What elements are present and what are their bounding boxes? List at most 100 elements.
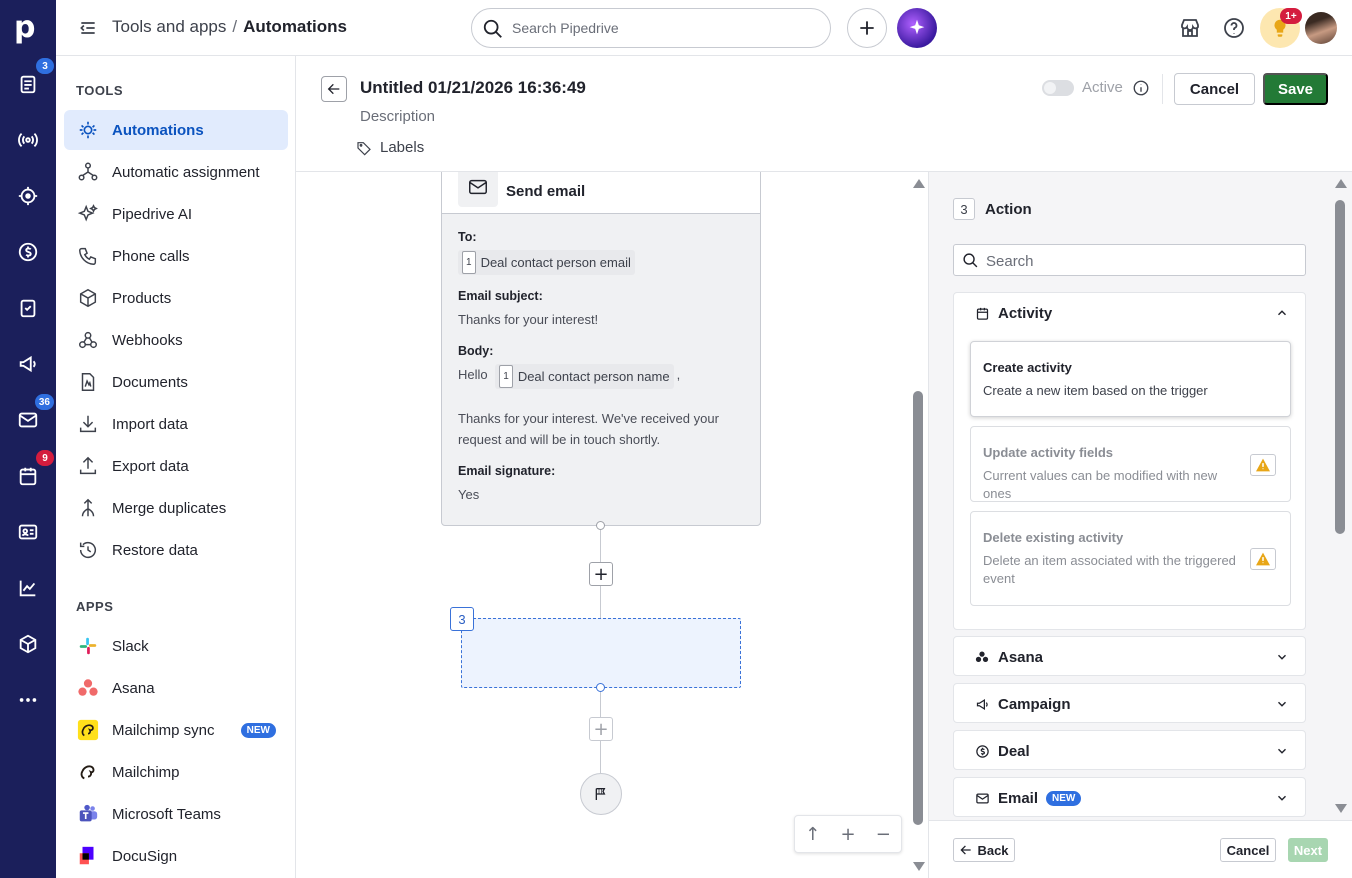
search-input[interactable] <box>512 18 812 38</box>
more-nav-icon[interactable] <box>12 684 44 716</box>
action-search-input[interactable] <box>986 251 1286 271</box>
campaigns-nav-icon[interactable] <box>12 348 44 380</box>
info-icon[interactable] <box>1132 79 1150 97</box>
user-avatar[interactable] <box>1305 12 1337 44</box>
scroll-up-arrow[interactable] <box>1335 179 1347 188</box>
body-greeting: Hello <box>458 367 488 382</box>
panel-back-button[interactable]: Back <box>953 838 1015 862</box>
global-search[interactable] <box>471 8 831 48</box>
export-icon <box>76 454 100 478</box>
sidebar-item-mailchimp-sync[interactable]: Mailchimp sync NEW <box>64 710 288 750</box>
connector-handle[interactable] <box>596 683 605 692</box>
panel-cancel-button[interactable]: Cancel <box>1220 838 1276 862</box>
marketplace-icon[interactable] <box>1178 16 1202 40</box>
chip-label: Deal contact person name <box>517 369 670 384</box>
money-nav-icon[interactable] <box>12 236 44 268</box>
collapse-menu-icon[interactable] <box>78 18 98 38</box>
next-button[interactable]: Next <box>1288 838 1328 862</box>
products-nav-icon[interactable] <box>12 628 44 660</box>
scrollbar-thumb[interactable] <box>1335 200 1345 534</box>
warning-icon[interactable] <box>1250 548 1276 570</box>
action-description: Create a new item based on the trigger <box>983 383 1208 398</box>
group-header-activity[interactable]: Activity <box>954 293 1305 333</box>
panel-header: 3 Action <box>953 198 1032 220</box>
breadcrumb-parent[interactable]: Tools and apps <box>112 17 226 36</box>
leads-nav-icon[interactable]: 3 <box>12 58 54 100</box>
scroll-down-arrow[interactable] <box>1335 804 1347 813</box>
connector-handle[interactable] <box>596 521 605 530</box>
teams-icon <box>76 802 100 826</box>
action-update-activity-fields[interactable]: Update activity fields Current values ca… <box>970 426 1291 502</box>
sidebar-item-slack[interactable]: Slack <box>64 626 288 666</box>
sidebar-item-mailchimp[interactable]: Mailchimp <box>64 752 288 792</box>
zoom-in-button[interactable]: + <box>840 824 855 845</box>
group-label: Asana <box>998 648 1044 666</box>
connector-line <box>600 692 601 717</box>
scrollbar-thumb[interactable] <box>913 391 923 825</box>
scroll-down-arrow[interactable] <box>913 862 925 871</box>
deals-nav-icon[interactable] <box>12 124 44 156</box>
tasks-nav-icon[interactable] <box>12 292 44 324</box>
sidebar-item-automations[interactable]: Automations <box>64 110 288 150</box>
breadcrumb-current: Automations <box>243 17 347 36</box>
action-delete-existing-activity[interactable]: Delete existing activity Delete an item … <box>970 511 1291 606</box>
calendar-nav-icon[interactable]: 9 <box>12 450 54 492</box>
group-header-campaign[interactable]: Campaign <box>954 684 1305 724</box>
labels-button[interactable]: Labels <box>356 139 424 156</box>
action-create-activity[interactable]: Create activity Create a new item based … <box>970 341 1291 417</box>
sidebar-item-products[interactable]: Products <box>64 278 288 318</box>
sidebar-item-microsoft-teams[interactable]: Microsoft Teams <box>64 794 288 834</box>
add-step-button[interactable]: + <box>589 717 613 741</box>
group-header-asana[interactable]: Asana <box>954 637 1305 677</box>
ai-assistant-button[interactable] <box>897 8 937 48</box>
scroll-up-arrow[interactable] <box>913 179 925 188</box>
help-icon[interactable] <box>1222 16 1246 40</box>
sidebar-item-restore-data[interactable]: Restore data <box>64 530 288 570</box>
sidebar-item-merge-duplicates[interactable]: Merge duplicates <box>64 488 288 528</box>
automation-header: Untitled 01/21/2026 16:36:49 Description… <box>296 56 1352 172</box>
sidebar-item-docusign[interactable]: DocuSign <box>64 836 288 876</box>
automation-description[interactable]: Description <box>360 108 435 125</box>
insights-nav-icon[interactable] <box>12 572 44 604</box>
sidebar-item-documents[interactable]: Documents <box>64 362 288 402</box>
pipedrive-logo[interactable]: p <box>14 10 42 45</box>
scroll-up-button[interactable]: ↑ <box>805 824 820 845</box>
quick-add-button[interactable] <box>847 8 887 48</box>
back-button[interactable] <box>321 76 347 102</box>
divider <box>1162 74 1163 104</box>
sidebar-item-export-data[interactable]: Export data <box>64 446 288 486</box>
sidebar-item-automatic-assignment[interactable]: Automatic assignment <box>64 152 288 192</box>
new-badge: NEW <box>240 722 276 738</box>
workflow-canvas[interactable]: Send email To: 1 Deal contact person emai… <box>296 172 928 878</box>
cancel-button[interactable]: Cancel <box>1174 73 1255 105</box>
sidebar-item-asana[interactable]: Asana <box>64 668 288 708</box>
mail-nav-icon[interactable]: 36 <box>12 394 54 436</box>
contacts-nav-icon[interactable] <box>12 516 44 548</box>
sidebar-item-import-data[interactable]: Import data <box>64 404 288 444</box>
active-toggle[interactable] <box>1042 80 1074 96</box>
send-email-step[interactable]: Send email To: 1 Deal contact person emai… <box>441 172 761 526</box>
warning-icon[interactable] <box>1250 454 1276 476</box>
sidebar-item-label: Mailchimp sync <box>112 721 215 739</box>
action-title: Delete existing activity <box>983 530 1124 545</box>
sidebar-item-webhooks[interactable]: Webhooks <box>64 320 288 360</box>
active-label: Active <box>1082 79 1123 96</box>
signature-label: Email signature: <box>458 464 556 478</box>
end-flag-node <box>580 773 622 815</box>
projects-nav-icon[interactable] <box>12 180 44 212</box>
canvas-scrollbar[interactable] <box>912 172 926 878</box>
group-header-deal[interactable]: Deal <box>954 731 1305 771</box>
group-header-email[interactable]: Email NEW <box>954 778 1305 818</box>
new-step-placeholder[interactable] <box>461 618 741 688</box>
tag-icon <box>357 141 371 156</box>
sidebar-item-label: Webhooks <box>112 331 183 349</box>
step-number-badge: 3 <box>450 607 474 631</box>
sidebar-item-pipedrive-ai[interactable]: Pipedrive AI <box>64 194 288 234</box>
add-step-button[interactable]: + <box>589 562 613 586</box>
panel-scrollbar[interactable] <box>1334 172 1348 820</box>
zoom-out-button[interactable]: − <box>876 824 891 845</box>
action-search[interactable] <box>953 244 1306 276</box>
sidebar-item-phone-calls[interactable]: Phone calls <box>64 236 288 276</box>
save-button[interactable]: Save <box>1263 73 1328 105</box>
automation-title[interactable]: Untitled 01/21/2026 16:36:49 <box>360 78 586 98</box>
